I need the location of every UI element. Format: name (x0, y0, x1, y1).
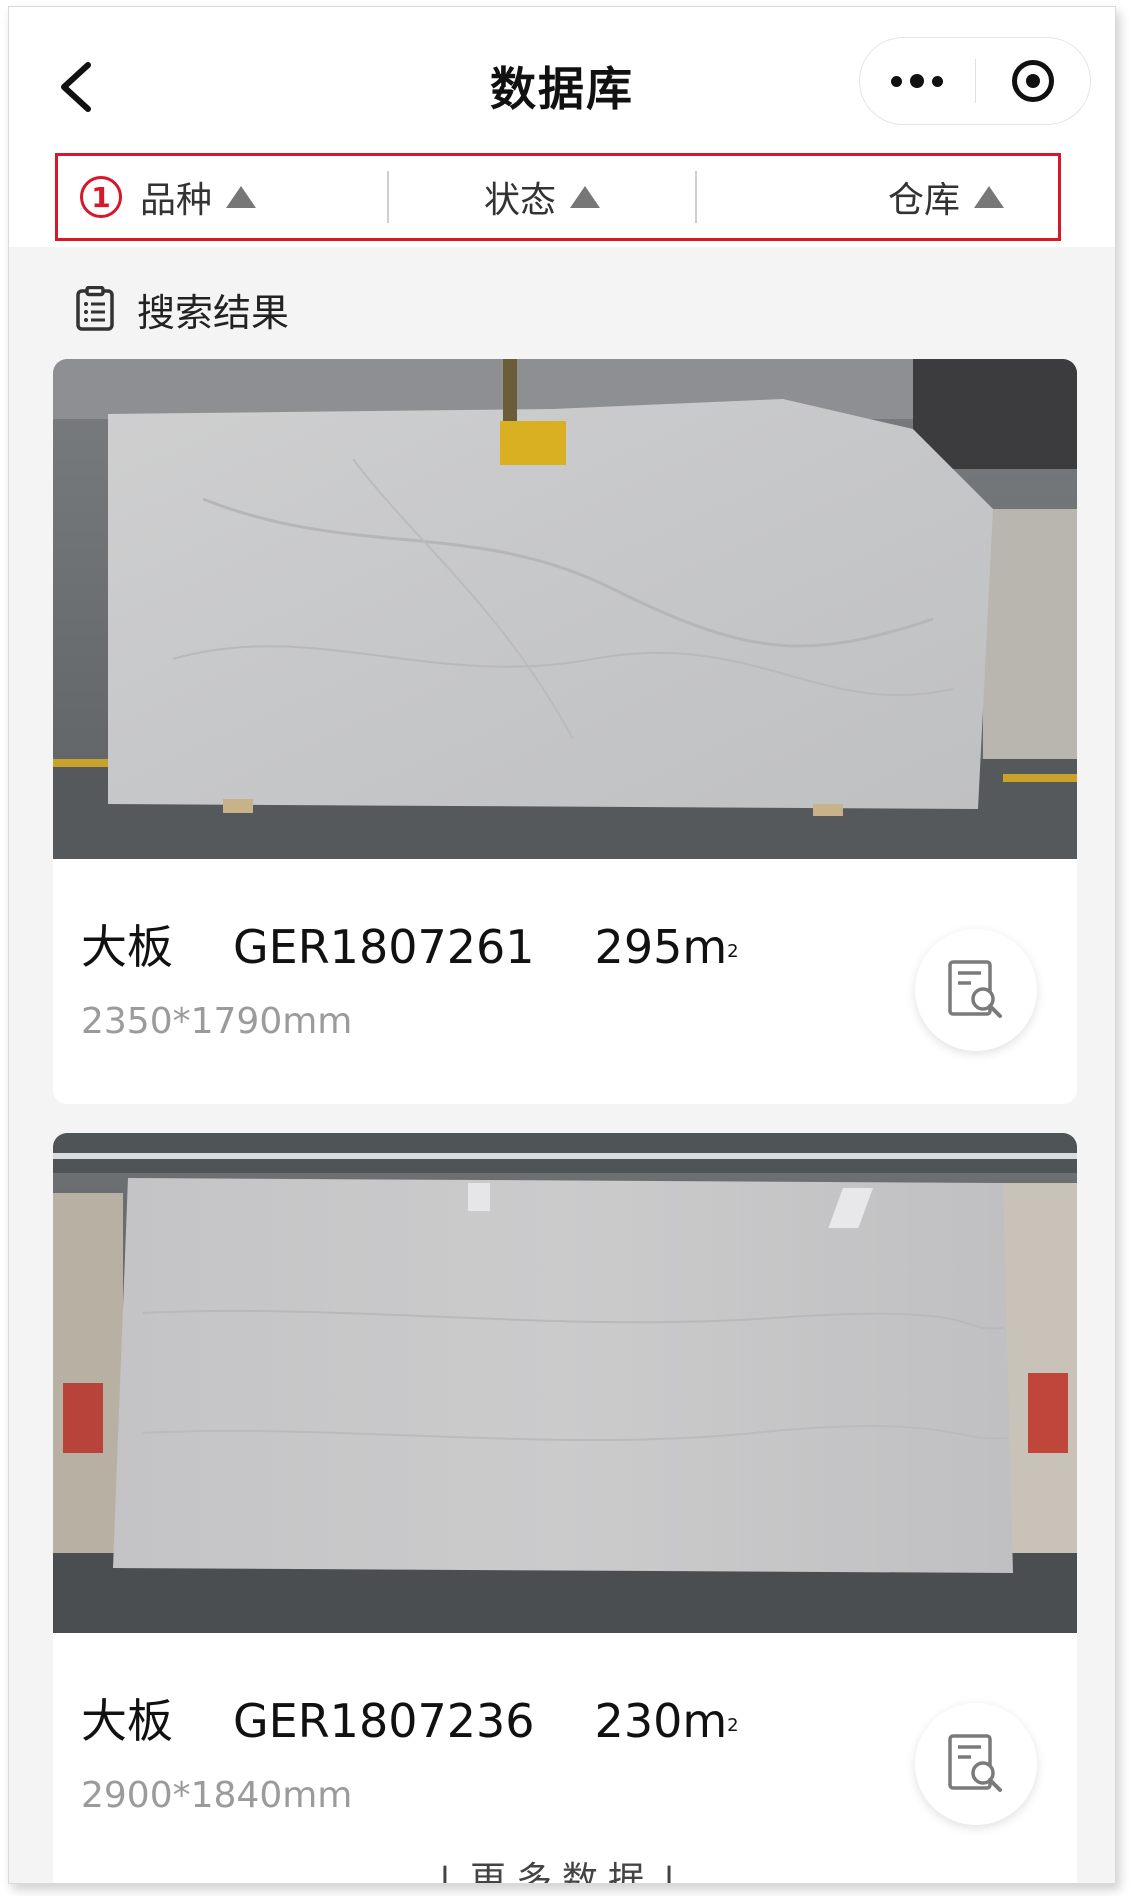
item-area-unit-superscript: 2 (727, 941, 739, 962)
item-size: 2350*1790mm (81, 1001, 353, 1042)
card-info: 大板 GER1807236 230m 2 2900*1840mm (53, 1633, 1077, 1878)
slab-photo (53, 359, 1077, 859)
results-title: 搜索结果 (137, 290, 290, 335)
sort-up-icon (226, 186, 257, 208)
close-mini-program-button[interactable] (976, 38, 1091, 124)
sort-up-icon (570, 186, 601, 208)
filter-status-label: 状态 (484, 180, 557, 221)
view-details-button[interactable] (915, 929, 1037, 1051)
target-circle-icon (1011, 60, 1054, 102)
item-type: 大板 (81, 1694, 173, 1748)
item-summary: 大板 GER1807261 295m 2 (81, 911, 739, 977)
document-search-icon (948, 960, 1002, 1018)
sort-up-icon (974, 186, 1005, 208)
filter-bar: 1 品种 状态 仓库 (55, 153, 1061, 241)
filter-status[interactable]: 状态 (389, 156, 696, 238)
results-header: 搜索结果 (75, 279, 289, 339)
item-code: GER1807261 (233, 920, 535, 974)
item-size: 2900*1840mm (81, 1775, 353, 1816)
item-type: 大板 (81, 920, 173, 974)
item-area-unit-superscript: 2 (727, 1715, 739, 1736)
filter-warehouse[interactable]: 仓库 (697, 156, 1058, 238)
card-info: 大板 GER1807261 295m 2 2350*1790mm (53, 859, 1077, 1104)
more-menu-button[interactable] (860, 38, 975, 124)
mini-program-capsule (859, 37, 1091, 125)
item-summary: 大板 GER1807236 230m 2 (81, 1685, 739, 1751)
item-area: 295m (594, 920, 728, 974)
item-area: 230m (594, 1694, 728, 1748)
result-card[interactable]: 大板 GER1807261 295m 2 2350*1790mm (53, 359, 1077, 1104)
result-card[interactable]: 大板 GER1807236 230m 2 2900*1840mm (53, 1133, 1077, 1883)
filter-warehouse-label: 仓库 (888, 180, 961, 221)
document-search-icon (948, 1734, 1002, 1792)
slab-photo (53, 1133, 1077, 1633)
annotation-badge: 1 (80, 176, 122, 218)
more-dots-icon (891, 74, 944, 88)
view-details-button[interactable] (915, 1703, 1037, 1825)
item-code: GER1807236 (233, 1694, 535, 1748)
app-frame: 数据库 1 品种 状态 仓库 搜索结果 大板 GER1807261 295m 2… (8, 6, 1116, 1884)
filter-variety[interactable]: 1 品种 (58, 156, 387, 238)
clipboard-list-icon (76, 286, 114, 331)
top-bar: 数据库 1 品种 状态 仓库 (9, 7, 1115, 247)
load-more-link[interactable]: ↓更多数据↓ (9, 1851, 1115, 1883)
filter-variety-label: 品种 (140, 180, 213, 221)
